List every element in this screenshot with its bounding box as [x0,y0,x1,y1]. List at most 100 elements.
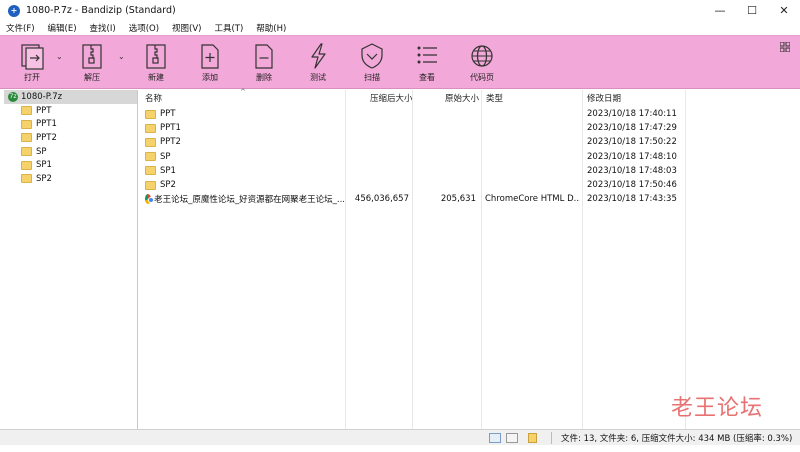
menu-help[interactable]: 帮助(H) [256,22,286,34]
sort-ascending-icon: ^ [240,88,246,96]
table-row[interactable]: 老王论坛_原魔性论坛_好资源都在网聚老王论坛_... 456,036,657 205… [140,192,685,206]
modified-date-cell: 2023/10/18 17:43:35 [587,194,677,205]
file-name-cell: 老王论坛_原魔性论坛_好资源都在网聚老王论坛_... [145,192,345,206]
compressed-size-cell [345,150,409,164]
menu-find[interactable]: 查找(I) [90,22,116,34]
file-type-cell: ChromeCore HTML D... [485,194,580,205]
column-type-label: 类型 [486,94,504,104]
tree-item-label: PPT1 [36,119,57,130]
tree-item[interactable]: SP [4,145,137,159]
extract-dropdown-icon[interactable]: ⌄ [118,52,125,61]
folder-icon [145,152,156,162]
folder-icon [145,137,156,147]
menu-options[interactable]: 选项(O) [129,22,159,34]
column-header-type[interactable]: 类型 [481,90,576,106]
tree-item[interactable]: PPT [4,104,137,118]
table-row[interactable]: SP1 2023/10/18 17:48:03 [140,164,685,178]
table-row[interactable]: SP 2023/10/18 17:48:10 [140,150,685,164]
grid-menu-icon[interactable] [780,42,790,52]
tree-item-label: SP2 [36,173,52,184]
folder-icon [21,174,32,184]
tree-item-label: SP1 [36,160,52,171]
modified-date-cell: 2023/10/18 17:50:22 [587,137,677,148]
scan-label: 扫描 [364,73,380,82]
add-label: 添加 [202,73,218,82]
tree-item[interactable]: SP1 [4,158,137,172]
status-bar: 文件: 13, 文件夹: 6, 压缩文件大小: 434 MB (压缩率: 0.3… [0,429,800,445]
modified-date-cell: 2023/10/18 17:50:46 [587,180,677,191]
folder-icon [145,123,156,133]
scan-button[interactable]: 扫描 [352,42,392,86]
table-row[interactable]: PPT1 2023/10/18 17:47:29 [140,121,685,135]
details-view-icon[interactable] [489,433,501,443]
view-icon [417,46,437,64]
new-archive-button[interactable]: 新建 [136,42,176,86]
menu-edit[interactable]: 编辑(E) [48,22,77,34]
title-bar: + 1080-P.7z - Bandizip (Standard) — ☐ ✕ [0,0,800,21]
file-name-text: SP1 [160,165,176,176]
codepage-button[interactable]: 代码页 [462,42,502,86]
file-type-cell [485,107,580,121]
list-view-icon[interactable] [506,433,518,443]
tree-item-label: PPT [36,105,52,116]
table-row[interactable]: SP2 2023/10/18 17:50:46 [140,178,685,192]
status-summary: 文件: 13, 文件夹: 6, 压缩文件大小: 434 MB (压缩率: 0.3… [561,434,793,444]
watermark-text: 老王论坛 [671,396,764,421]
new-archive-label: 新建 [148,73,164,82]
scan-icon [361,43,383,69]
test-button[interactable]: 测试 [298,42,338,86]
menu-file[interactable]: 文件(F) [6,22,35,34]
original-size-cell [415,150,476,164]
folder-icon [21,106,32,116]
menu-view[interactable]: 视图(V) [172,22,201,34]
test-label: 测试 [310,73,326,82]
compressed-size-cell [345,135,409,149]
delete-button[interactable]: 删除 [244,42,284,86]
file-name-cell: SP2 [145,178,345,192]
close-button[interactable]: ✕ [768,0,800,21]
archive-info-icon[interactable] [528,433,537,443]
original-size-cell [415,164,476,178]
minimize-button[interactable]: — [704,0,736,21]
table-row[interactable]: PPT2 2023/10/18 17:50:22 [140,135,685,149]
column-header-compressed[interactable]: 压缩后大小 [365,90,429,106]
file-type-cell [485,178,580,192]
file-type-cell [485,121,580,135]
folder-icon [145,109,156,119]
column-header-name[interactable]: 名称 ^ [140,88,345,106]
table-row[interactable]: PPT 2023/10/18 17:40:11 [140,107,685,121]
archive-icon: 7z [8,92,18,102]
menu-tools[interactable]: 工具(T) [214,22,243,34]
chrome-html-icon [145,194,155,205]
maximize-button[interactable]: ☐ [736,0,768,21]
file-name-cell: PPT1 [145,121,345,135]
folder-icon [145,166,156,176]
delete-icon [255,44,273,69]
status-divider [551,432,552,444]
window-title: 1080-P.7z - Bandizip (Standard) [26,5,176,16]
add-button[interactable]: 添加 [190,42,230,86]
tree-item-label: PPT2 [36,132,57,143]
column-original-label: 原始大小 [445,94,480,104]
column-compressed-label: 压缩后大小 [370,94,413,104]
extract-button[interactable]: 解压 [72,42,112,86]
file-name-text: PPT [160,109,176,120]
file-name-text: SP2 [160,180,176,191]
toolbar: 打开 ⌄ 解压 ⌄ 新建 添加 删除 测试 扫描 查看 代码页 [0,35,800,89]
tree-item[interactable]: SP2 [4,172,137,186]
column-header-modified[interactable]: 修改日期 [582,90,682,106]
test-icon [311,43,326,69]
delete-label: 删除 [256,73,272,82]
view-button[interactable]: 查看 [407,42,447,86]
modified-date-cell: 2023/10/18 17:47:29 [587,123,677,134]
open-dropdown-icon[interactable]: ⌄ [56,52,63,61]
add-icon [201,44,219,69]
column-name-label: 名称 [145,94,163,104]
file-name-cell: SP1 [145,164,345,178]
tree-item[interactable]: PPT2 [4,131,137,145]
folder-icon [21,160,32,170]
tree-item[interactable]: PPT1 [4,118,137,132]
file-name-text: PPT1 [160,123,181,134]
tree-root-archive[interactable]: 7z 1080-P.7z [4,90,137,104]
open-button[interactable]: 打开 [12,42,52,86]
